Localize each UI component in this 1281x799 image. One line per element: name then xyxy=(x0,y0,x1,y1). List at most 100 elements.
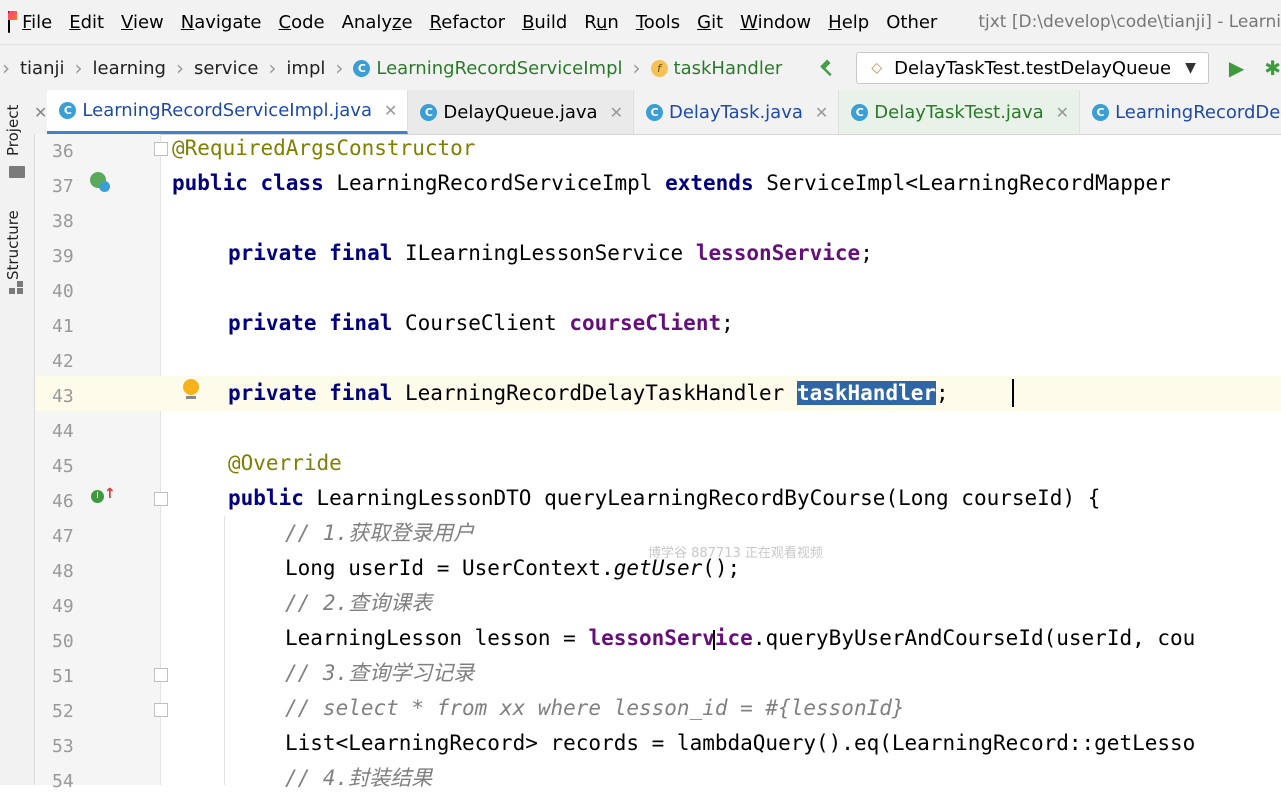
class-icon: C xyxy=(645,103,663,121)
intellij-logo-icon xyxy=(8,11,18,33)
line-number: 50 xyxy=(52,631,74,652)
close-tab-icon[interactable]: ✕ xyxy=(815,103,828,122)
fold-marker-icon[interactable] xyxy=(154,668,168,682)
close-icon[interactable]: ✕ xyxy=(34,90,47,134)
code-line[interactable]: // 1.获取登录用户 xyxy=(285,516,474,551)
comment-token: // 1.获取登录用户 xyxy=(285,521,475,545)
code-line[interactable]: public class LearningRecordServiceImpl e… xyxy=(172,166,1171,201)
keyword-token: private final xyxy=(228,381,393,405)
code-line[interactable]: private final LearningRecordDelayTaskHan… xyxy=(228,376,949,411)
menu-run[interactable]: Run xyxy=(584,12,619,33)
tab-label: DelayTaskTest.java xyxy=(874,101,1044,123)
annotation-token: @RequiredArgsConstructor xyxy=(172,136,476,160)
code-line[interactable]: LearningLesson lesson = lessonService.qu… xyxy=(285,621,1195,656)
code-text: LearningLesson lesson = xyxy=(285,626,589,650)
line-number: 51 xyxy=(52,666,74,687)
close-tab-icon[interactable]: ✕ xyxy=(384,101,397,120)
mnemonic-letter: N xyxy=(180,11,195,33)
fold-marker-icon[interactable] xyxy=(154,703,168,717)
code-text: ; xyxy=(721,311,734,335)
breadcrumb-service[interactable]: service xyxy=(194,58,258,79)
code-line[interactable]: private final ILearningLessonService les… xyxy=(228,236,873,271)
code-text: LearningRecordDelayTaskHandler xyxy=(392,381,797,405)
run-play-icon[interactable]: ▶ xyxy=(1229,56,1244,80)
fold-marker-icon[interactable] xyxy=(154,492,168,506)
menu-file[interactable]: File xyxy=(22,12,52,33)
comment-token: // 3.查询学习记录 xyxy=(285,661,475,685)
mnemonic-letter: G xyxy=(697,11,712,33)
code-line[interactable]: // 3.查询学习记录 xyxy=(285,656,474,691)
fold-marker-icon[interactable] xyxy=(154,142,168,156)
test-class-icon: C xyxy=(851,103,869,121)
menu-window[interactable]: Window xyxy=(740,12,811,33)
line-number: 39 xyxy=(52,246,74,267)
class-icon xyxy=(99,181,110,192)
run-configuration-select[interactable]: ◇ DelayTaskTest.testDelayQueue ▼ xyxy=(856,52,1209,84)
tab-learning-record-delay-task[interactable]: C LearningRecordDelayTa xyxy=(1080,90,1281,134)
close-tab-icon[interactable]: ✕ xyxy=(1056,103,1069,122)
menu-analyze[interactable]: Analyze xyxy=(342,12,413,33)
debug-bug-icon[interactable]: ✱ xyxy=(1264,56,1281,80)
code-line[interactable]: // select * from xx where lesson_id = #{… xyxy=(285,691,905,726)
code-line[interactable]: private final CourseClient courseClient; xyxy=(228,306,734,341)
code-line[interactable]: // 2.查询课表 xyxy=(285,586,432,621)
selected-field-token: taskHandler xyxy=(796,381,937,405)
text-caret xyxy=(1012,379,1014,407)
implements-method-icon[interactable]: I xyxy=(91,490,104,503)
menu-help[interactable]: Help xyxy=(828,12,869,33)
field-token: lessonService xyxy=(695,241,861,265)
menu-other[interactable]: Other xyxy=(886,12,937,33)
breadcrumb-impl[interactable]: impl xyxy=(286,58,325,79)
tab-delay-task[interactable]: C DelayTask.java ✕ xyxy=(634,90,840,134)
breadcrumb-tianji[interactable]: tianji xyxy=(20,58,65,79)
tab-delay-queue[interactable]: C DelayQueue.java ✕ xyxy=(408,90,634,134)
breadcrumb-learning[interactable]: learning xyxy=(93,58,166,79)
lightbulb-base-icon xyxy=(186,396,196,399)
code-text: Long userId = UserContext. xyxy=(285,556,614,580)
keyword-token: extends xyxy=(665,171,754,195)
code-line[interactable]: @Override xyxy=(228,446,342,481)
lightbulb-icon[interactable] xyxy=(183,379,199,395)
menu-git[interactable]: Git xyxy=(697,12,723,33)
left-tool-strip: Project Structure xyxy=(0,90,35,785)
mnemonic-letter: V xyxy=(121,11,133,33)
line-number: 54 xyxy=(52,771,74,792)
menu-code[interactable]: Code xyxy=(279,12,325,33)
close-tab-icon[interactable]: ✕ xyxy=(610,103,623,122)
menu-refactor[interactable]: Refactor xyxy=(430,12,506,33)
code-line[interactable]: @RequiredArgsConstructor xyxy=(172,131,475,166)
menu-view[interactable]: View xyxy=(121,12,164,33)
menu-build[interactable]: Build xyxy=(522,12,567,33)
keyword-token: public class xyxy=(172,171,324,195)
code-line[interactable]: public LearningLessonDTO queryLearningRe… xyxy=(228,481,1100,516)
code-line[interactable]: List<LearningRecord> records = lambdaQue… xyxy=(285,726,1195,761)
code-text: ILearningLessonService xyxy=(392,241,696,265)
menu-tools[interactable]: Tools xyxy=(636,12,680,33)
line-number: 40 xyxy=(52,281,74,302)
project-tool-button[interactable]: Project xyxy=(4,105,22,156)
breadcrumb-separator: › xyxy=(74,56,83,80)
code-text: LearningLessonDTO queryLearningRecordByC… xyxy=(303,486,1101,510)
line-number: 37 xyxy=(52,176,74,197)
menu-edit[interactable]: Edit xyxy=(69,12,104,33)
breadcrumb-separator: › xyxy=(268,56,277,80)
watermark: 博学谷 887713 正在观看视频 xyxy=(648,546,823,561)
class-icon: C xyxy=(420,103,438,121)
arrow-up-icon: ↑ xyxy=(104,486,116,502)
build-hammer-icon[interactable] xyxy=(818,57,836,79)
mnemonic-letter: H xyxy=(828,11,842,33)
editor-tab-bar: ✕ C LearningRecordServiceImpl.java ✕ C D… xyxy=(34,90,1281,135)
breadcrumb-class[interactable]: C LearningRecordServiceImpl xyxy=(353,58,623,79)
tab-learning-record-service-impl[interactable]: C LearningRecordServiceImpl.java ✕ xyxy=(47,90,409,134)
code-line[interactable]: // 4.封装结果 xyxy=(285,761,432,796)
field-icon: f xyxy=(650,59,668,77)
tab-delay-task-test[interactable]: C DelayTaskTest.java ✕ xyxy=(839,90,1081,134)
line-number: 47 xyxy=(52,526,74,547)
tab-label: LearningRecordDelayTa xyxy=(1115,101,1281,123)
line-number: 36 xyxy=(52,141,74,162)
breadcrumb-field[interactable]: f taskHandler xyxy=(650,58,782,79)
menu-navigate[interactable]: Navigate xyxy=(181,12,262,33)
line-number: 49 xyxy=(52,596,74,617)
code-text: .queryByUserAndCourseId(userId, cou xyxy=(752,626,1196,650)
structure-tool-button[interactable]: Structure xyxy=(4,210,22,280)
